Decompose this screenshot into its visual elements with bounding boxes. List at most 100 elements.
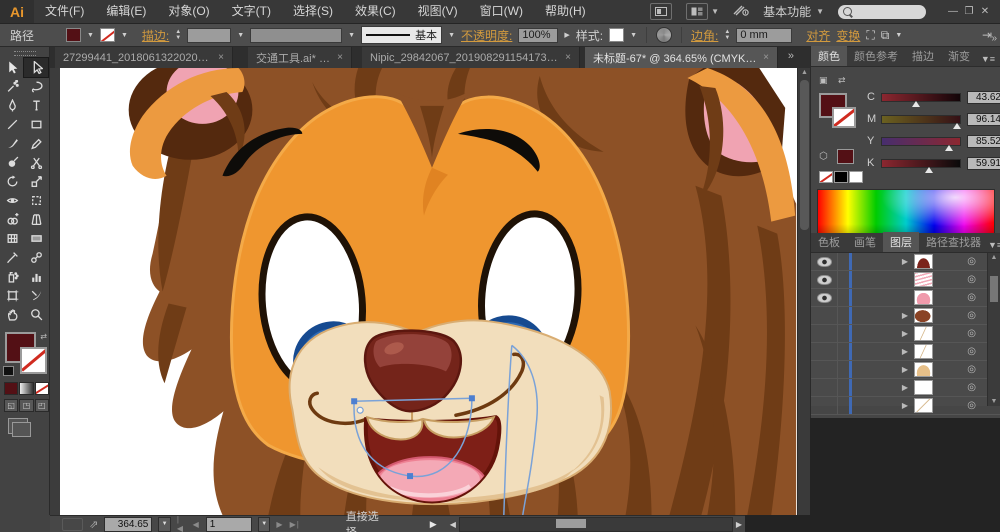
draw-behind-button[interactable]: ◳ xyxy=(19,399,33,412)
artboard-canvas[interactable] xyxy=(60,68,797,515)
out-of-gamut-icon[interactable]: ⬡ xyxy=(819,151,828,162)
selection-column[interactable] xyxy=(838,307,852,324)
stroke-weight-caret-icon[interactable]: ▼ xyxy=(237,32,244,39)
transform-link[interactable]: 变换 xyxy=(836,27,860,44)
horizontal-scrollbar[interactable]: ◀ ▶ xyxy=(447,517,745,532)
search-input[interactable] xyxy=(838,5,926,19)
line-segment-tool[interactable] xyxy=(0,115,24,134)
color-tab-1[interactable]: 颜色参考 xyxy=(847,46,905,66)
recolor-artwork-icon[interactable] xyxy=(656,27,672,43)
corner-input[interactable]: 0 mm xyxy=(736,28,792,43)
collapse-dock-icon[interactable]: » xyxy=(991,33,997,44)
target-circle-icon[interactable]: ◎ xyxy=(967,364,976,375)
toolbox-grip[interactable] xyxy=(14,51,36,56)
document-layout-dropdown[interactable]: ▼ xyxy=(686,3,719,20)
zoom-tool[interactable] xyxy=(24,305,48,324)
selection-column[interactable] xyxy=(838,397,852,414)
rotate-tool[interactable] xyxy=(0,172,24,191)
vertical-scroll-thumb[interactable] xyxy=(800,80,809,230)
first-artboard-button[interactable]: |◀ xyxy=(177,515,187,532)
zoom-dropdown-icon[interactable]: ▼ xyxy=(158,517,170,532)
target-circle-icon[interactable]: ◎ xyxy=(967,400,976,411)
tab-close-icon[interactable]: × xyxy=(763,52,769,63)
document-tab-3[interactable]: 未标题-67* @ 364.65% (CMYK/预览)× xyxy=(585,47,778,68)
layer-row-2[interactable]: ◎ xyxy=(811,289,1000,307)
channel-slider[interactable] xyxy=(881,115,961,124)
selection-tool[interactable] xyxy=(0,58,24,77)
panel-tab-2[interactable]: 图层 xyxy=(883,232,919,252)
channel-slider[interactable] xyxy=(881,137,961,146)
corner-stepper[interactable]: ▲▼ xyxy=(724,30,730,41)
hand-tool[interactable] xyxy=(0,305,24,324)
color-panel-menu-icon[interactable]: ▼≡ xyxy=(981,54,1000,66)
draw-inside-button[interactable]: ◰ xyxy=(35,399,49,412)
menu-8[interactable]: 帮助(H) xyxy=(534,0,597,23)
color-tab-0[interactable]: 颜色 xyxy=(811,46,847,66)
visibility-toggle[interactable] xyxy=(811,397,838,414)
constrain-icon[interactable]: ⧉ xyxy=(881,28,890,43)
horizontal-scroll-track[interactable] xyxy=(459,517,733,532)
last-artboard-button[interactable]: ▶| xyxy=(290,520,300,529)
workspace-switcher[interactable]: 基本功能▼ xyxy=(763,3,824,20)
channel-slider[interactable] xyxy=(881,159,961,168)
white-swatch[interactable] xyxy=(849,171,863,183)
stroke-color-swatch[interactable] xyxy=(100,28,115,42)
stroke-weight-stepper[interactable]: ▲▼ xyxy=(175,30,181,41)
tab-close-icon[interactable]: × xyxy=(337,52,343,63)
panel-tab-3[interactable]: 路径查找器 xyxy=(919,232,988,252)
menu-7[interactable]: 窗口(W) xyxy=(469,0,534,23)
style-caret-icon[interactable]: ▼ xyxy=(630,32,637,39)
minimize-button[interactable]: — xyxy=(946,0,960,23)
expand-triangle-icon[interactable]: ▶ xyxy=(852,329,912,338)
blend-tool[interactable] xyxy=(24,248,48,267)
layers-scroll-down-icon[interactable]: ▼ xyxy=(988,397,1000,406)
layer-thumbnail[interactable] xyxy=(914,254,933,269)
cs-live-icon[interactable] xyxy=(733,4,749,19)
eyedropper-tool[interactable] xyxy=(0,248,24,267)
app-logo[interactable]: Ai xyxy=(0,0,34,23)
scale-tool[interactable] xyxy=(24,172,48,191)
opacity-input[interactable]: 100% xyxy=(518,28,558,43)
black-swatch[interactable] xyxy=(834,171,848,183)
selection-column[interactable] xyxy=(838,343,852,360)
toolbox-stroke-swatch[interactable] xyxy=(20,347,47,374)
selection-column[interactable] xyxy=(838,271,852,288)
free-transform-tool[interactable] xyxy=(24,191,48,210)
layer-thumbnail[interactable] xyxy=(914,272,933,287)
visibility-toggle[interactable] xyxy=(811,271,838,288)
slider-thumb[interactable] xyxy=(912,101,920,107)
type-tool[interactable] xyxy=(24,96,48,115)
slice-tool[interactable] xyxy=(24,286,48,305)
width-profile-caret-icon[interactable]: ▼ xyxy=(348,32,355,39)
width-tool[interactable] xyxy=(0,191,24,210)
visibility-toggle[interactable] xyxy=(811,253,838,270)
visibility-toggle[interactable] xyxy=(811,289,838,306)
fill-caret-icon[interactable]: ▼ xyxy=(87,32,94,39)
stroke-caret-icon[interactable]: ▼ xyxy=(121,32,128,39)
selection-column[interactable] xyxy=(838,253,852,270)
channel-value-input[interactable]: 59.91 xyxy=(967,157,1000,170)
scissors-tool[interactable] xyxy=(24,153,48,172)
swap-fill-stroke-icon[interactable]: ⇄ xyxy=(40,332,47,341)
tab-close-icon[interactable]: × xyxy=(218,52,224,63)
none-mode-button[interactable] xyxy=(35,382,49,395)
column-graph-tool[interactable] xyxy=(24,267,48,286)
expand-triangle-icon[interactable]: ▶ xyxy=(852,257,912,266)
selection-column[interactable] xyxy=(838,379,852,396)
paintbrush-tool[interactable] xyxy=(0,134,24,153)
layers-scroll-up-icon[interactable]: ▲ xyxy=(988,253,1000,262)
align-link[interactable]: 对齐 xyxy=(806,27,830,44)
style-swatch[interactable] xyxy=(609,28,624,42)
menu-0[interactable]: 文件(F) xyxy=(34,0,95,23)
layer-thumbnail[interactable] xyxy=(914,308,933,323)
artboard-tool[interactable] xyxy=(0,286,24,305)
pencil-tool[interactable] xyxy=(24,134,48,153)
document-tab-1[interactable]: 交通工具.ai* @ ...× xyxy=(248,47,352,68)
direct-selection-tool[interactable] xyxy=(24,58,48,77)
shape-builder-tool[interactable] xyxy=(0,210,24,229)
layer-row-3[interactable]: ▶◎ xyxy=(811,307,1000,325)
rectangle-tool[interactable] xyxy=(24,115,48,134)
target-circle-icon[interactable]: ◎ xyxy=(967,310,976,321)
default-fill-stroke-icon[interactable] xyxy=(3,366,14,376)
document-tab-2[interactable]: Nipic_29842067_20190829115417377000.ai*× xyxy=(362,47,580,68)
